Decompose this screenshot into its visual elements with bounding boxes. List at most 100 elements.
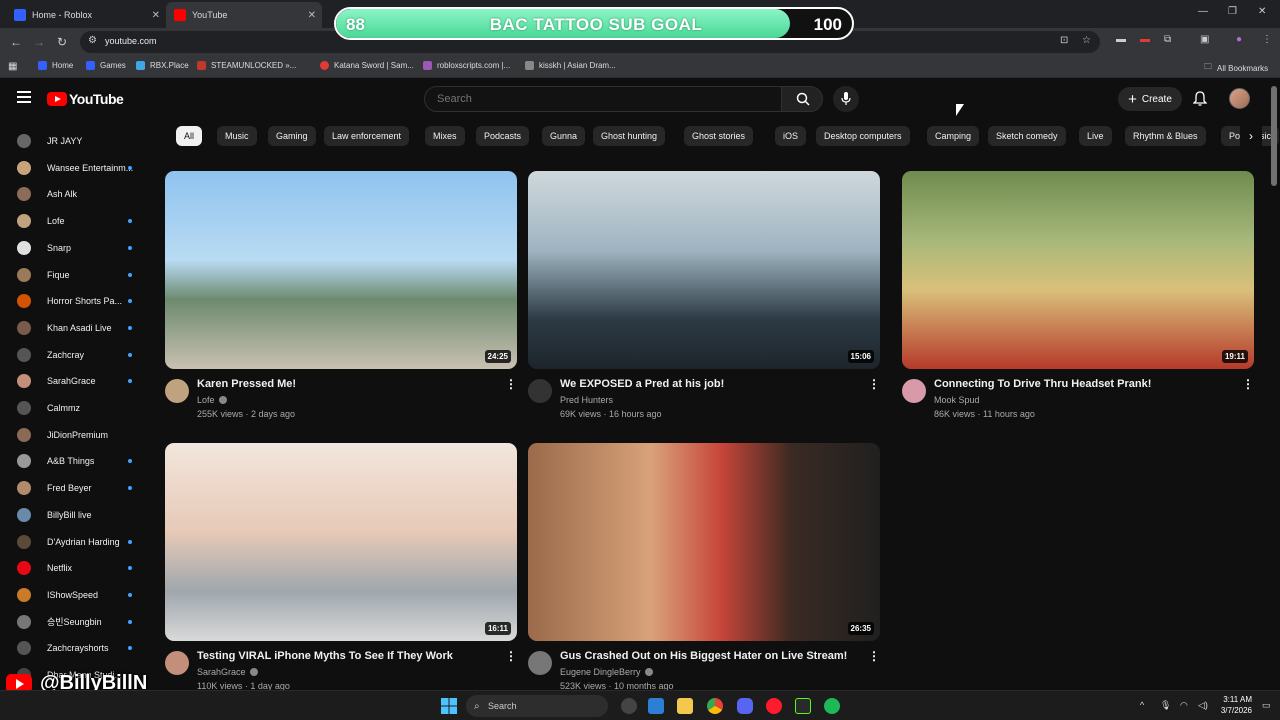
- video-channel[interactable]: SarahGrace: [197, 667, 258, 677]
- sidebar-subscription[interactable]: Horror Shorts Pa...: [0, 288, 150, 314]
- sidebar-subscription[interactable]: D'Aydrian Harding: [0, 529, 150, 555]
- sidebar-subscription[interactable]: Netflix: [0, 555, 150, 581]
- notifications-bell-icon[interactable]: [1193, 91, 1207, 106]
- bookmark-games[interactable]: Games: [86, 61, 126, 70]
- bookmark-star-icon[interactable]: ☆: [1082, 35, 1091, 46]
- chip-ios[interactable]: iOS: [775, 126, 807, 146]
- close-tab-icon[interactable]: ✕: [308, 10, 316, 21]
- volume-icon[interactable]: ◁): [1198, 700, 1208, 711]
- sidebar-subscription[interactable]: Zachcray: [0, 342, 150, 368]
- close-tab-icon[interactable]: ✕: [152, 10, 160, 21]
- channel-avatar[interactable]: [528, 651, 552, 675]
- sidebar-subscription[interactable]: Lofe: [0, 208, 150, 234]
- windows-start-icon[interactable]: [441, 698, 457, 714]
- sidebar-subscription[interactable]: Fred Beyer: [0, 475, 150, 501]
- chip-podcasts[interactable]: Podcasts: [476, 126, 530, 146]
- bookmark-steamunlocked[interactable]: STEAMUNLOCKED »...: [197, 61, 296, 70]
- video-thumbnail[interactable]: 16:11: [165, 443, 517, 641]
- more-options-icon[interactable]: ⋮: [868, 378, 880, 390]
- channel-avatar[interactable]: [902, 379, 926, 403]
- sidebar-subscription[interactable]: Zachcrayshorts: [0, 635, 150, 661]
- chevron-up-icon[interactable]: ^: [1140, 700, 1144, 710]
- maximize-icon[interactable]: ❐: [1228, 6, 1237, 17]
- taskbar-search[interactable]: ⌕ Search: [466, 695, 608, 717]
- sidebar-subscription[interactable]: Wansee Entertainm...: [0, 155, 150, 181]
- video-channel[interactable]: Pred Hunters: [560, 395, 613, 405]
- more-options-icon[interactable]: ⋮: [505, 378, 517, 390]
- site-info-icon[interactable]: ⚙: [88, 35, 97, 46]
- search-button[interactable]: [781, 86, 823, 112]
- video-title[interactable]: We EXPOSED a Pred at his job!: [560, 378, 724, 390]
- sidebar-subscription[interactable]: Khan Asadi Live: [0, 315, 150, 341]
- sidebar-subscription[interactable]: Calmmz: [0, 395, 150, 421]
- search-input[interactable]: [437, 93, 767, 105]
- wifi-icon[interactable]: ◠: [1180, 700, 1188, 711]
- extensions-puzzle-icon[interactable]: ⧉: [1164, 34, 1171, 45]
- chip-sketch-comedy[interactable]: Sketch comedy: [988, 126, 1066, 146]
- bookmark-home[interactable]: Home: [38, 61, 73, 70]
- side-panel-icon[interactable]: ▣: [1200, 34, 1209, 45]
- sidebar-subscription[interactable]: IShowSpeed: [0, 582, 150, 608]
- notification-icon[interactable]: ▭: [1262, 700, 1271, 711]
- video-title[interactable]: Karen Pressed Me!: [197, 378, 296, 390]
- voice-search-button[interactable]: [833, 86, 859, 112]
- sidebar-subscription[interactable]: SarahGrace: [0, 368, 150, 394]
- video-thumbnail[interactable]: 24:25: [165, 171, 517, 369]
- sidebar-subscription[interactable]: Ash Alk: [0, 181, 150, 207]
- chip-camping[interactable]: Camping: [927, 126, 980, 146]
- chip-live[interactable]: Live: [1079, 126, 1112, 146]
- more-options-icon[interactable]: ⋮: [868, 650, 880, 662]
- sidebar-subscription[interactable]: 승빈Seungbin: [0, 609, 150, 635]
- tab-youtube[interactable]: YouTube ✕: [166, 2, 322, 28]
- account-avatar[interactable]: [1229, 88, 1250, 109]
- minimize-icon[interactable]: —: [1198, 6, 1208, 17]
- profile-icon[interactable]: ●: [1236, 34, 1242, 45]
- close-window-icon[interactable]: ✕: [1258, 6, 1266, 17]
- widgets-icon[interactable]: [621, 698, 637, 714]
- discord-icon[interactable]: [737, 698, 753, 714]
- chip-gaming[interactable]: Gaming: [268, 126, 316, 146]
- opera-icon[interactable]: [766, 698, 782, 714]
- channel-avatar[interactable]: [528, 379, 552, 403]
- bookmark-rbx-place[interactable]: RBX.Place: [136, 61, 189, 70]
- chevron-right-icon[interactable]: ›: [1240, 126, 1262, 146]
- channel-avatar[interactable]: [165, 379, 189, 403]
- more-options-icon[interactable]: ⋮: [505, 650, 517, 662]
- video-thumbnail[interactable]: 26:35: [528, 443, 880, 641]
- bookmark-robloxscripts[interactable]: robloxscripts.com |...: [423, 61, 510, 70]
- sidebar-subscription[interactable]: BillyBill live: [0, 502, 150, 528]
- video-thumbnail[interactable]: 15:06: [528, 171, 880, 369]
- video-thumbnail[interactable]: 19:11: [902, 171, 1254, 369]
- chip-music[interactable]: Music: [217, 126, 257, 146]
- create-button[interactable]: + Create: [1118, 87, 1182, 111]
- sidebar-subscription[interactable]: JiDionPremium: [0, 422, 150, 448]
- install-app-icon[interactable]: ⊡: [1060, 35, 1068, 46]
- apps-grid-icon[interactable]: ▦: [8, 61, 17, 72]
- chip-all[interactable]: All: [176, 126, 203, 146]
- video-channel[interactable]: Eugene DingleBerry: [560, 667, 653, 677]
- page-scrollbar[interactable]: [1271, 86, 1277, 186]
- chrome-icon[interactable]: [707, 698, 723, 714]
- bookmark-katana[interactable]: Katana Sword | Sam...: [320, 61, 414, 70]
- chip-law-enforcement[interactable]: Law enforcement: [324, 126, 410, 146]
- chip-desktop-computers[interactable]: Desktop computers: [816, 126, 910, 146]
- sidebar-subscription[interactable]: A&B Things: [0, 448, 150, 474]
- task-view-icon[interactable]: [648, 698, 664, 714]
- microphone-icon[interactable]: 🎙: [1160, 700, 1171, 711]
- extension-icon[interactable]: ▬: [1116, 34, 1126, 45]
- chip-ghost-hunting[interactable]: Ghost hunting: [593, 126, 666, 146]
- all-bookmarks[interactable]: 🗀 All Bookmarks: [1204, 61, 1268, 75]
- sidebar-subscription[interactable]: JR JAYY: [0, 128, 150, 154]
- hamburger-menu-icon[interactable]: [17, 91, 31, 106]
- taskbar-clock[interactable]: 3:11 AM 3/7/2026: [1218, 694, 1252, 716]
- chip-ghost-stories[interactable]: Ghost stories: [684, 126, 754, 146]
- video-title[interactable]: Connecting To Drive Thru Headset Prank!: [934, 378, 1151, 390]
- chip-rhythm-blues[interactable]: Rhythm & Blues: [1125, 126, 1206, 146]
- chip-mixes[interactable]: Mixes: [425, 126, 465, 146]
- menu-dots-icon[interactable]: ⋮: [1262, 34, 1272, 45]
- youtube-logo[interactable]: YouTube: [47, 91, 124, 107]
- more-options-icon[interactable]: ⋮: [1242, 378, 1254, 390]
- sidebar-subscription[interactable]: Fique: [0, 262, 150, 288]
- chip-gunna[interactable]: Gunna: [542, 126, 586, 146]
- reload-icon[interactable]: ↻: [57, 35, 67, 49]
